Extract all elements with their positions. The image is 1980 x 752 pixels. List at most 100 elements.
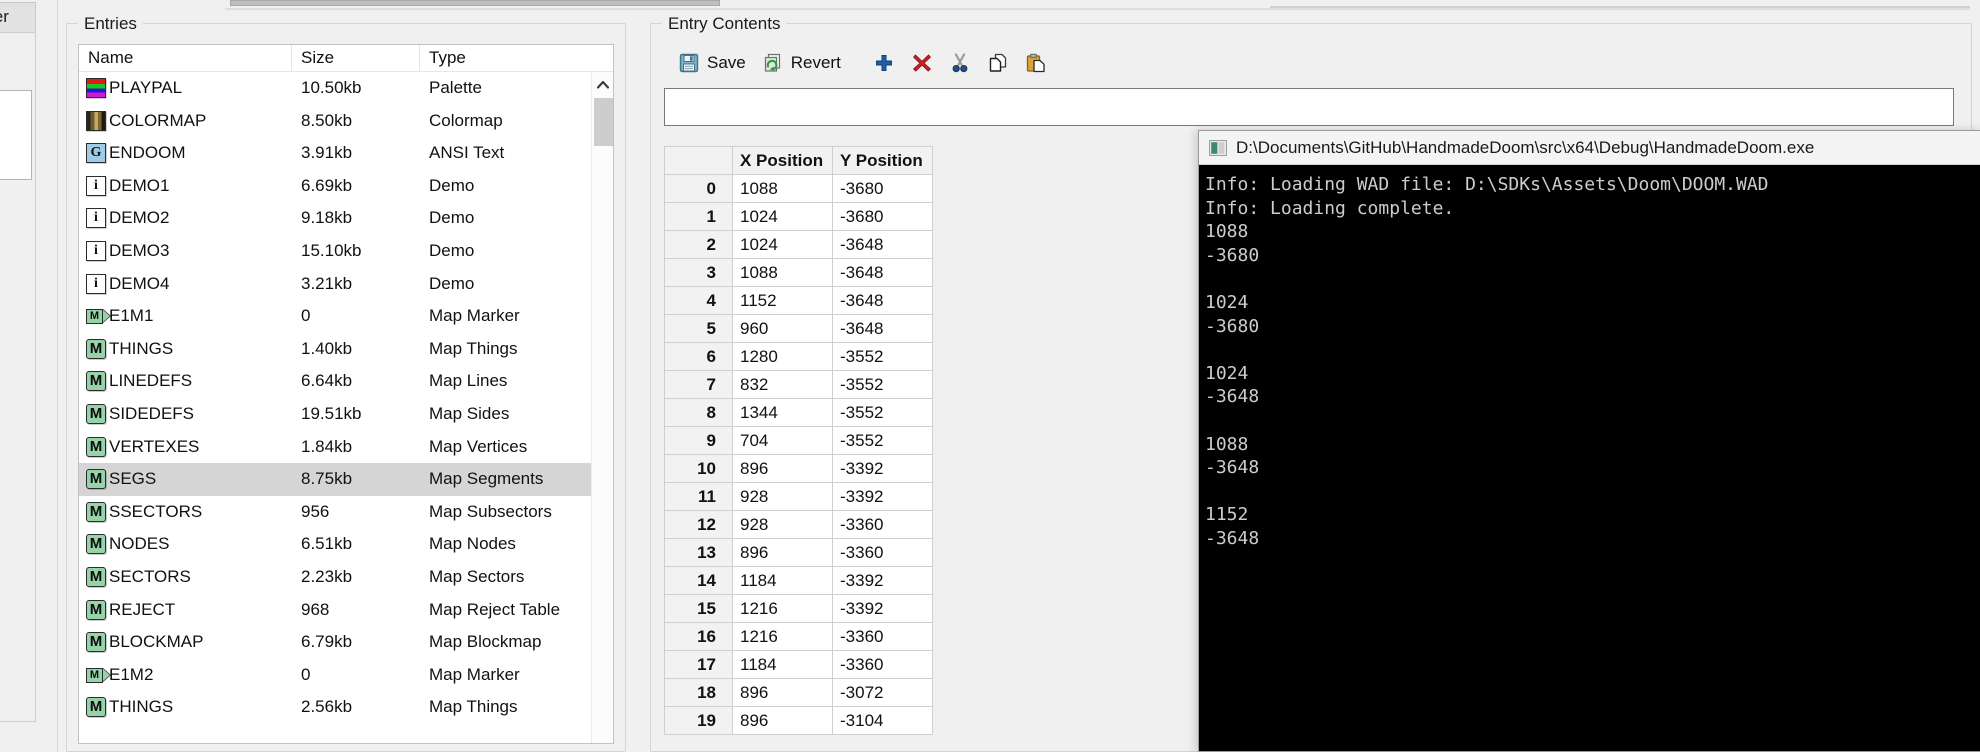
grid-row[interactable]: 10 896 -3392 <box>664 454 933 483</box>
save-button[interactable]: Save <box>670 48 754 78</box>
column-header-x-position[interactable]: X Position <box>732 146 833 175</box>
grid-row[interactable]: 6 1280 -3552 <box>664 342 933 371</box>
y-position-cell[interactable]: -3648 <box>832 314 933 343</box>
grid-row[interactable]: 14 1184 -3392 <box>664 566 933 595</box>
column-header-size[interactable]: Size <box>292 45 420 71</box>
grid-row[interactable]: 11 928 -3392 <box>664 482 933 511</box>
console-window[interactable]: D:\Documents\GitHub\HandmadeDoom\src\x64… <box>1198 130 1980 752</box>
table-row[interactable]: M SEGS 8.75kb Map Segments <box>79 463 613 496</box>
y-position-cell[interactable]: -3072 <box>832 678 933 707</box>
table-row[interactable]: i DEMO1 6.69kb Demo <box>79 170 613 203</box>
table-row[interactable]: M NODES 6.51kb Map Nodes <box>79 528 613 561</box>
add-entry-button[interactable] <box>865 48 903 78</box>
y-position-cell[interactable]: -3648 <box>832 230 933 259</box>
x-position-cell[interactable]: 896 <box>732 706 833 735</box>
browser-tab[interactable]: wser <box>0 2 36 32</box>
grid-row[interactable]: 0 1088 -3680 <box>664 174 933 203</box>
entries-listview[interactable]: Name Size Type PLAYPAL 10.50kb Palette COLO… <box>78 44 614 744</box>
table-row[interactable]: M REJECT 968 Map Reject Table <box>79 594 613 627</box>
table-row[interactable]: M LINEDEFS 6.64kb Map Lines <box>79 365 613 398</box>
grid-row[interactable]: 12 928 -3360 <box>664 510 933 539</box>
y-position-cell[interactable]: -3552 <box>832 370 933 399</box>
x-position-cell[interactable]: 896 <box>732 678 833 707</box>
x-position-cell[interactable]: 960 <box>732 314 833 343</box>
table-row[interactable]: M E1M1 0 Map Marker <box>79 300 613 333</box>
x-position-cell[interactable]: 1184 <box>732 566 833 595</box>
y-position-cell[interactable]: -3552 <box>832 342 933 371</box>
column-header-type[interactable]: Type <box>420 45 613 71</box>
left-path-field[interactable]: ktop <box>0 90 32 180</box>
x-position-cell[interactable]: 928 <box>732 482 833 511</box>
table-row[interactable]: i DEMO4 3.21kb Demo <box>79 268 613 301</box>
y-position-cell[interactable]: -3392 <box>832 482 933 511</box>
table-row[interactable]: COLORMAP 8.50kb Colormap <box>79 105 613 138</box>
entry-text-input[interactable] <box>664 88 1954 126</box>
grid-row[interactable]: 4 1152 -3648 <box>664 286 933 315</box>
grid-row[interactable]: 15 1216 -3392 <box>664 594 933 623</box>
console-output[interactable]: Info: Loading WAD file: D:\SDKs\Assets\D… <box>1199 165 1980 751</box>
column-header-y-position[interactable]: Y Position <box>832 146 933 175</box>
grid-row[interactable]: 17 1184 -3360 <box>664 650 933 679</box>
x-position-cell[interactable]: 896 <box>732 454 833 483</box>
table-row[interactable]: PLAYPAL 10.50kb Palette <box>79 72 613 105</box>
y-position-cell[interactable]: -3552 <box>832 426 933 455</box>
grid-row[interactable]: 13 896 -3360 <box>664 538 933 567</box>
y-position-cell[interactable]: -3648 <box>832 258 933 287</box>
x-position-cell[interactable]: 1024 <box>732 230 833 259</box>
table-row[interactable]: M SIDEDEFS 19.51kb Map Sides <box>79 398 613 431</box>
entries-scrollbar[interactable] <box>591 72 613 743</box>
vertices-grid[interactable]: X Position Y Position 0 1088 -3680 1 1024 -36… <box>664 146 933 735</box>
grid-row[interactable]: 9 704 -3552 <box>664 426 933 455</box>
x-position-cell[interactable]: 1280 <box>732 342 833 371</box>
table-row[interactable]: M THINGS 1.40kb Map Things <box>79 333 613 366</box>
grid-row[interactable]: 18 896 -3072 <box>664 678 933 707</box>
grid-row[interactable]: 3 1088 -3648 <box>664 258 933 287</box>
console-title-bar[interactable]: D:\Documents\GitHub\HandmadeDoom\src\x64… <box>1199 131 1980 165</box>
y-position-cell[interactable]: -3360 <box>832 650 933 679</box>
x-position-cell[interactable]: 1216 <box>732 594 833 623</box>
x-position-cell[interactable]: 1184 <box>732 650 833 679</box>
y-position-cell[interactable]: -3392 <box>832 566 933 595</box>
table-row[interactable]: M BLOCKMAP 6.79kb Map Blockmap <box>79 626 613 659</box>
cut-button[interactable] <box>941 48 979 78</box>
table-row[interactable]: i DEMO3 15.10kb Demo <box>79 235 613 268</box>
table-row[interactable]: M SSECTORS 956 Map Subsectors <box>79 496 613 529</box>
table-row[interactable]: M VERTEXES 1.84kb Map Vertices <box>79 431 613 464</box>
grid-row[interactable]: 2 1024 -3648 <box>664 230 933 259</box>
y-position-cell[interactable]: -3392 <box>832 454 933 483</box>
table-row[interactable]: G ENDOOM 3.91kb ANSI Text <box>79 137 613 170</box>
y-position-cell[interactable]: -3552 <box>832 398 933 427</box>
copy-button[interactable] <box>979 48 1017 78</box>
x-position-cell[interactable]: 896 <box>732 538 833 567</box>
grid-row[interactable]: 1 1024 -3680 <box>664 202 933 231</box>
scroll-up-arrow-icon[interactable] <box>592 72 613 96</box>
y-position-cell[interactable]: -3680 <box>832 202 933 231</box>
column-header-name[interactable]: Name <box>79 45 292 71</box>
scrollbar-thumb[interactable] <box>594 98 613 146</box>
table-row[interactable]: M E1M2 0 Map Marker <box>79 659 613 692</box>
grid-row[interactable]: 8 1344 -3552 <box>664 398 933 427</box>
grid-row[interactable]: 19 896 -3104 <box>664 706 933 735</box>
x-position-cell[interactable]: 1024 <box>732 202 833 231</box>
grid-row[interactable]: 16 1216 -3360 <box>664 622 933 651</box>
grid-row[interactable]: 7 832 -3552 <box>664 370 933 399</box>
tab-strip-segment-a[interactable] <box>230 0 720 6</box>
paste-button[interactable] <box>1017 48 1055 78</box>
delete-entry-button[interactable] <box>903 48 941 78</box>
x-position-cell[interactable]: 1088 <box>732 174 833 203</box>
table-row[interactable]: i DEMO2 9.18kb Demo <box>79 202 613 235</box>
y-position-cell[interactable]: -3360 <box>832 622 933 651</box>
y-position-cell[interactable]: -3360 <box>832 538 933 567</box>
y-position-cell[interactable]: -3680 <box>832 174 933 203</box>
x-position-cell[interactable]: 1344 <box>732 398 833 427</box>
y-position-cell[interactable]: -3104 <box>832 706 933 735</box>
x-position-cell[interactable]: 1152 <box>732 286 833 315</box>
y-position-cell[interactable]: -3360 <box>832 510 933 539</box>
x-position-cell[interactable]: 928 <box>732 510 833 539</box>
table-row[interactable]: M THINGS 2.56kb Map Things <box>79 691 613 724</box>
x-position-cell[interactable]: 1088 <box>732 258 833 287</box>
x-position-cell[interactable]: 704 <box>732 426 833 455</box>
grid-row[interactable]: 5 960 -3648 <box>664 314 933 343</box>
y-position-cell[interactable]: -3392 <box>832 594 933 623</box>
x-position-cell[interactable]: 832 <box>732 370 833 399</box>
